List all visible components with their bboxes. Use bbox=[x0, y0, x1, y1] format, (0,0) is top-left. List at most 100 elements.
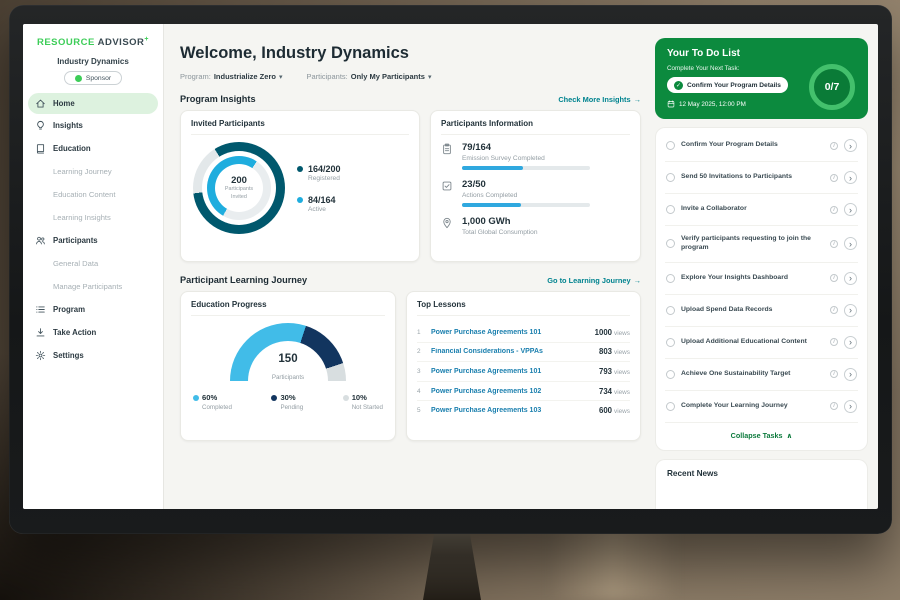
lightbulb-icon bbox=[35, 120, 46, 131]
brand-primary: RESOURCE bbox=[37, 37, 95, 48]
lesson-rank: 1 bbox=[417, 329, 425, 336]
go-to-learning-journey-link[interactable]: Go to Learning Journey → bbox=[547, 276, 641, 285]
info-row-actions: 23/50 Actions Completed bbox=[441, 179, 630, 207]
info-icon[interactable]: i bbox=[830, 274, 838, 282]
program-filter[interactable]: Program: Industrialize Zero ▾ bbox=[180, 72, 282, 81]
lesson-row: 4 Power Purchase Agreements 102 734views bbox=[417, 382, 630, 402]
info-icon[interactable]: i bbox=[830, 338, 838, 346]
chevron-right-icon[interactable]: › bbox=[844, 336, 857, 349]
donut-center-value: 200 bbox=[231, 175, 247, 186]
sidebar-item-learning-journey[interactable]: Learning Journey bbox=[23, 160, 163, 183]
sidebar-item-program[interactable]: Program bbox=[23, 298, 163, 321]
location-pin-icon bbox=[441, 217, 454, 236]
task-row-upload-educational-content[interactable]: Upload Additional Educational Content i … bbox=[665, 327, 858, 359]
next-task-pill[interactable]: ✓ Confirm Your Program Details bbox=[667, 77, 788, 93]
task-row-explore-insights[interactable]: Explore Your Insights Dashboard i › bbox=[665, 263, 858, 295]
task-checkbox[interactable] bbox=[666, 205, 675, 214]
sidebar-item-education[interactable]: Education bbox=[23, 137, 163, 160]
task-checkbox[interactable] bbox=[666, 370, 675, 379]
info-icon[interactable]: i bbox=[830, 306, 838, 314]
task-row-achieve-target[interactable]: Achieve One Sustainability Target i › bbox=[665, 359, 858, 391]
sidebar-item-label: Learning Journey bbox=[53, 167, 112, 176]
task-row-invite-collaborator[interactable]: Invite a Collaborator i › bbox=[665, 194, 858, 226]
program-filter-label: Program: bbox=[180, 72, 211, 81]
info-icon[interactable]: i bbox=[830, 370, 838, 378]
card-title: Education Progress bbox=[191, 300, 385, 316]
gauge-center-value: 150 bbox=[230, 353, 346, 366]
lesson-views-suffix: views bbox=[614, 349, 630, 356]
todo-progress-value: 0/7 bbox=[825, 81, 840, 93]
task-checkbox[interactable] bbox=[666, 274, 675, 283]
sidebar-item-education-content[interactable]: Education Content bbox=[23, 183, 163, 206]
task-row-complete-learning-journey[interactable]: Complete Your Learning Journey i › bbox=[665, 391, 858, 423]
brand-secondary: ADVISOR bbox=[98, 37, 145, 48]
chevron-right-icon[interactable]: › bbox=[844, 139, 857, 152]
lesson-views-suffix: views bbox=[614, 369, 630, 376]
lesson-link[interactable]: Power Purchase Agreements 101 bbox=[431, 329, 589, 336]
task-checkbox[interactable] bbox=[666, 306, 675, 315]
lesson-row: 5 Power Purchase Agreements 103 600views bbox=[417, 401, 630, 420]
lesson-link[interactable]: Power Purchase Agreements 101 bbox=[431, 368, 593, 375]
task-row-send-invitations[interactable]: Send 50 Invitations to Participants i › bbox=[665, 162, 858, 194]
task-row-upload-spend-data[interactable]: Upload Spend Data Records i › bbox=[665, 295, 858, 327]
sidebar-item-participants[interactable]: Participants bbox=[23, 229, 163, 252]
legend-item-completed: 60% Completed bbox=[193, 393, 232, 411]
task-checkbox[interactable] bbox=[666, 239, 675, 248]
todo-summary-card: Your To Do List Complete Your Next Task:… bbox=[655, 38, 868, 119]
sidebar-item-settings[interactable]: Settings bbox=[23, 344, 163, 367]
chevron-right-icon[interactable]: › bbox=[844, 203, 857, 216]
task-checkbox[interactable] bbox=[666, 338, 675, 347]
filter-bar: Program: Industrialize Zero ▾ Participan… bbox=[180, 72, 641, 81]
link-label: Check More Insights bbox=[558, 95, 630, 104]
legend-label: Not Started bbox=[352, 404, 383, 411]
sidebar-item-home[interactable]: Home bbox=[28, 93, 158, 114]
card-title: Participants Information bbox=[441, 119, 630, 135]
brand-plus: + bbox=[144, 36, 149, 43]
sidebar-item-insights[interactable]: Insights bbox=[23, 114, 163, 137]
info-icon[interactable]: i bbox=[830, 240, 838, 248]
sidebar-item-label: Take Action bbox=[53, 328, 96, 337]
lesson-rank: 4 bbox=[417, 388, 425, 395]
chevron-right-icon[interactable]: › bbox=[844, 272, 857, 285]
collapse-tasks-button[interactable]: Collapse Tasks ∧ bbox=[665, 423, 858, 448]
gauge-center-label: Participants bbox=[272, 374, 304, 381]
program-filter-value: Industrialize Zero bbox=[214, 72, 276, 81]
info-icon[interactable]: i bbox=[830, 402, 838, 410]
sidebar-item-learning-insights[interactable]: Learning Insights bbox=[23, 206, 163, 229]
chevron-right-icon[interactable]: › bbox=[844, 304, 857, 317]
chevron-right-icon[interactable]: › bbox=[844, 400, 857, 413]
education-progress-card: Education Progress 150 Participants 60% … bbox=[180, 291, 396, 441]
participants-filter-value: Only My Participants bbox=[351, 72, 425, 81]
info-icon[interactable]: i bbox=[830, 174, 838, 182]
due-date-text: 12 May 2025, 12:00 PM bbox=[679, 101, 746, 108]
info-icon[interactable]: i bbox=[830, 206, 838, 214]
sidebar-item-manage-participants[interactable]: Manage Participants bbox=[23, 275, 163, 298]
lesson-link[interactable]: Financial Considerations - VPPAs bbox=[431, 348, 593, 355]
legend-value: 10% bbox=[352, 393, 367, 402]
info-icon[interactable]: i bbox=[830, 142, 838, 150]
brand-logo: RESOURCE ADVISOR+ bbox=[23, 36, 163, 48]
card-title: Invited Participants bbox=[191, 119, 409, 135]
lesson-link[interactable]: Power Purchase Agreements 103 bbox=[431, 407, 593, 414]
participants-filter[interactable]: Participants: Only My Participants ▾ bbox=[306, 72, 431, 81]
task-checkbox[interactable] bbox=[666, 402, 675, 411]
chevron-right-icon[interactable]: › bbox=[844, 171, 857, 184]
lesson-link[interactable]: Power Purchase Agreements 102 bbox=[431, 388, 593, 395]
task-checkbox[interactable] bbox=[666, 173, 675, 182]
sidebar-item-label: Program bbox=[53, 305, 85, 314]
sidebar-item-take-action[interactable]: Take Action bbox=[23, 321, 163, 344]
sponsor-badge[interactable]: Sponsor bbox=[64, 71, 122, 85]
legend-value: 164/200 bbox=[308, 164, 341, 174]
check-more-insights-link[interactable]: Check More Insights → bbox=[558, 95, 641, 104]
lesson-views: 803 bbox=[599, 347, 612, 356]
task-checkbox[interactable] bbox=[666, 141, 675, 150]
chevron-right-icon[interactable]: › bbox=[844, 237, 857, 250]
task-row-verify-participants[interactable]: Verify participants requesting to join t… bbox=[665, 226, 858, 263]
chevron-right-icon[interactable]: › bbox=[844, 368, 857, 381]
gauge-legend: 60% Completed 30% Pending 10% Not Starte… bbox=[191, 393, 385, 411]
task-row-confirm-program[interactable]: Confirm Your Program Details i › bbox=[665, 130, 858, 162]
task-label: Upload Additional Educational Content bbox=[681, 338, 824, 347]
sidebar-item-general-data[interactable]: General Data bbox=[23, 252, 163, 275]
info-label: Emission Survey Completed bbox=[462, 155, 590, 162]
lesson-views: 1000 bbox=[595, 328, 612, 337]
